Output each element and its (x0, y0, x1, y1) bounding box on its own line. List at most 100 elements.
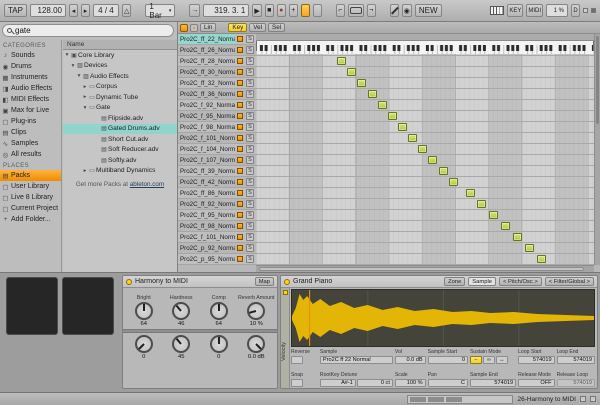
scale-field[interactable]: 100 % (395, 379, 426, 387)
piano-keyboard-strip[interactable] (256, 41, 594, 51)
lin-pow-toggle[interactable]: Lin (200, 23, 216, 32)
sample-active-led[interactable] (237, 157, 243, 163)
tap-tempo-button[interactable]: TAP (4, 4, 27, 17)
computer-midi-keyboard-icon[interactable] (490, 6, 504, 15)
sustain-pingpong-icon[interactable]: ↔ (496, 356, 508, 364)
sample-name[interactable]: Pro2C_ff_22_Normal (178, 34, 235, 45)
solo-button[interactable]: S (246, 233, 254, 241)
sample-name[interactable]: Pro2C_p_92_Normal (178, 243, 235, 254)
sample-row[interactable]: Pro2C_f_104_Normal S (178, 144, 594, 155)
browser-tree-item[interactable]: ▾ ▨ Devices (63, 61, 177, 72)
device-title-bar[interactable]: Grand Piano Zone Sample < Pitch/Osc > < … (281, 276, 597, 288)
browser-tree-item[interactable]: ▸ ▭ Multiband Dynamics (63, 166, 177, 177)
key-zone-marker[interactable] (501, 222, 510, 230)
browser-category-item[interactable]: ◉ Drums (0, 61, 61, 72)
sample-name[interactable]: Pro2C_ff_98_Normal (178, 221, 235, 232)
key-zone-lane[interactable] (256, 221, 594, 232)
search-input[interactable] (15, 26, 170, 35)
sample-name[interactable]: Pro2C_ff_26_Normal (178, 45, 235, 56)
knob-value[interactable]: 45 (178, 354, 184, 360)
browser-place-item[interactable]: ▢ Current Project (0, 203, 61, 214)
sample-name-field[interactable]: Pro2C ff 22 Normal (320, 356, 393, 364)
key-zone-lane[interactable] (256, 67, 594, 78)
sample-row[interactable]: Pro2C_f_101_Normal S (178, 232, 594, 243)
sample-name[interactable]: Pro2C_f_98_Normal (178, 122, 235, 133)
sample-active-led[interactable] (237, 212, 243, 218)
key-zone-lane[interactable] (256, 111, 594, 122)
key-zone-marker[interactable] (388, 112, 397, 120)
device-chain-overview[interactable] (407, 395, 513, 404)
key-zone-lane[interactable] (256, 243, 594, 254)
solo-button[interactable]: S (246, 46, 254, 54)
device-on-led[interactable] (284, 279, 290, 285)
sample-name[interactable]: Pro2C_ff_39_Normal (178, 166, 235, 177)
knob-dial[interactable] (135, 335, 153, 353)
key-zone-lane[interactable] (256, 56, 594, 67)
sample-row[interactable]: Pro2C_ff_28_Normal S (178, 56, 594, 67)
sample-row[interactable]: Pro2C_ff_32_Normal S (178, 78, 594, 89)
zone-fade-button[interactable] (190, 24, 198, 32)
key-zone-lane[interactable] (256, 166, 594, 177)
sample-name[interactable]: Pro2C_ff_92_Normal (178, 199, 235, 210)
map-button[interactable]: Map (255, 277, 274, 286)
key-zone-marker[interactable] (439, 167, 448, 175)
knob-value[interactable]: 10 % (250, 321, 263, 327)
key-zone-lane[interactable] (256, 155, 594, 166)
browser-place-item[interactable]: + Add Folder... (0, 214, 61, 225)
vol-field[interactable]: 0.0 dB (395, 356, 426, 364)
key-zone-marker[interactable] (398, 123, 407, 131)
key-zone-marker[interactable] (489, 211, 498, 219)
sample-row[interactable]: Pro2C_ff_98_Normal S (178, 221, 594, 232)
reverse-toggle[interactable] (291, 356, 303, 364)
midi-overdub-button[interactable]: + (289, 4, 298, 17)
session-record-button[interactable]: ◉ (402, 4, 412, 17)
sample-name[interactable]: Pro2C_ff_32_Normal (178, 78, 235, 89)
sample-active-led[interactable] (237, 179, 243, 185)
punch-out-button[interactable]: ¬ (367, 4, 376, 17)
sample-active-led[interactable] (237, 69, 243, 75)
browser-category-item[interactable]: ▤ Clips (0, 127, 61, 138)
sustain-loop-icon[interactable]: ∞ (483, 356, 495, 364)
stop-button[interactable]: ■ (265, 4, 274, 17)
sample-row[interactable]: Pro2C_f_95_Normal S (178, 111, 594, 122)
browser-category-item[interactable]: ◨ Audio Effects (0, 83, 61, 94)
browser-tree-item[interactable]: ▤ Short Cut.adv (63, 134, 177, 145)
clip-overview-box[interactable] (6, 277, 58, 335)
knob-dial[interactable] (172, 302, 190, 320)
solo-button[interactable]: S (246, 101, 254, 109)
key-zone-lane[interactable] (256, 232, 594, 243)
solo-button[interactable]: S (246, 35, 254, 43)
sample-start-field[interactable]: 0 (428, 356, 468, 364)
browser-tree-item[interactable]: ▸ ▭ Corpus (63, 82, 177, 93)
release-loop-field[interactable]: 574019 (557, 379, 595, 387)
sample-row[interactable]: Pro2C_f_92_Normal S (178, 100, 594, 111)
key-zone-lane[interactable] (256, 254, 594, 265)
tab-sample[interactable]: Sample (468, 277, 496, 286)
device-title-bar[interactable]: Harmony to MIDI Map (123, 276, 277, 288)
sample-row[interactable]: Pro2C_ff_92_Normal S (178, 199, 594, 210)
knob-value[interactable]: 0.0 dB (248, 354, 265, 360)
knob-dial[interactable] (135, 302, 153, 320)
sample-row[interactable]: Pro2C_f_107_Normal S (178, 155, 594, 166)
scrollbar-thumb[interactable] (596, 36, 599, 124)
scrollbar-thumb[interactable] (259, 267, 583, 271)
horizontal-scrollbar[interactable] (256, 265, 594, 272)
key-zone-marker[interactable] (537, 255, 546, 263)
key-zone-lane[interactable] (256, 133, 594, 144)
solo-button[interactable]: S (246, 145, 254, 153)
key-zone-marker[interactable] (466, 189, 475, 197)
key-zone-lane[interactable] (256, 100, 594, 111)
tab-key-zones[interactable]: Key (228, 23, 247, 32)
sample-active-led[interactable] (237, 201, 243, 207)
key-zone-marker[interactable] (368, 90, 377, 98)
waveform-display[interactable] (291, 289, 595, 347)
browser-category-item[interactable]: ♪ Sounds (0, 50, 61, 61)
knob-dial[interactable] (247, 335, 265, 353)
key-zone-marker[interactable] (525, 244, 534, 252)
vertical-scrollbar[interactable] (594, 34, 600, 265)
browser-category-item[interactable]: ▢ Plug-ins (0, 116, 61, 127)
key-zone-marker[interactable] (408, 134, 417, 142)
knob-value[interactable]: 0 (142, 354, 145, 360)
key-zone-lane[interactable] (256, 78, 594, 89)
nudge-down-button[interactable]: ◂ (69, 4, 78, 17)
